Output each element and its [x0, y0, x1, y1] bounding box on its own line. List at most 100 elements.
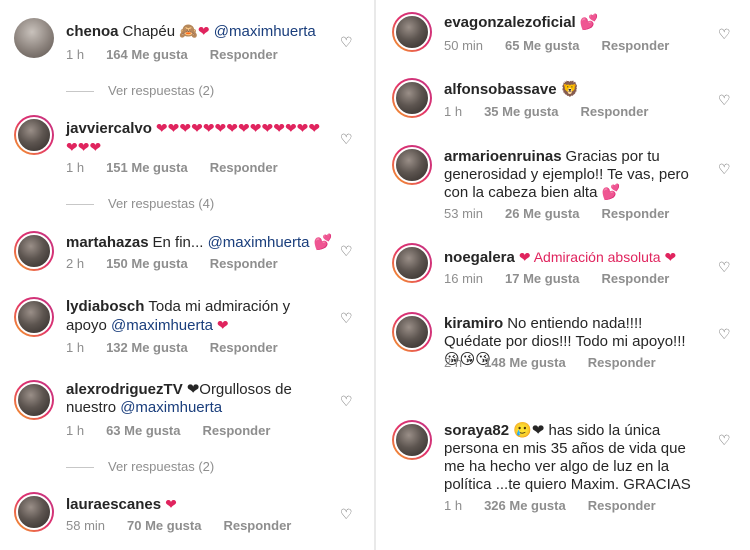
mention-link[interactable]: @maximhuerta [210, 23, 316, 40]
timestamp: 1 h [66, 423, 85, 438]
comment-meta: 1 h 132 Me gusta Responder [66, 340, 300, 355]
timestamp: 58 min [66, 518, 106, 533]
comment-text: alfonsobassave 🦁 [444, 81, 580, 98]
username[interactable]: alfonsobassave [444, 81, 557, 98]
avatar[interactable] [392, 312, 432, 352]
comment-text: soraya82 🥲❤ has sido la única persona en … [444, 422, 691, 493]
view-replies-link[interactable]: Ver respuestas (2) [66, 459, 214, 474]
mention-link[interactable]: @maximhuerta [208, 234, 310, 251]
comment-meta: 1 h 63 Me gusta Responder [66, 423, 292, 438]
comment-meta: 53 min 26 Me gusta Responder [444, 206, 691, 221]
timestamp: 1 h [66, 340, 85, 355]
heart-icon[interactable]: ♡ [718, 260, 732, 274]
likes-count[interactable]: 65 Me gusta [505, 38, 579, 53]
heart-icon[interactable]: ♡ [718, 327, 732, 341]
likes-count[interactable]: 150 Me gusta [106, 256, 188, 271]
avatar[interactable] [392, 78, 432, 118]
comment-text: evagonzalezoficial 💕 [444, 14, 599, 31]
timestamp: 16 min [444, 271, 484, 286]
username[interactable]: noegalera [444, 249, 515, 266]
heart-icon[interactable]: ♡ [340, 244, 354, 258]
avatar[interactable] [14, 231, 54, 271]
reply-button[interactable]: Responder [210, 256, 278, 271]
avatar[interactable] [14, 492, 54, 532]
reply-button[interactable]: Responder [588, 355, 656, 370]
heart-icon[interactable]: ♡ [340, 394, 354, 408]
username[interactable]: lauraescanes [66, 496, 161, 513]
reply-button[interactable]: Responder [581, 104, 649, 119]
comment-meta: 50 min 65 Me gusta Responder [444, 38, 691, 53]
username[interactable]: kiramiro [444, 315, 503, 332]
reply-button[interactable]: Responder [601, 271, 669, 286]
reply-button[interactable]: Responder [210, 47, 278, 62]
likes-count[interactable]: 164 Me gusta [106, 47, 188, 62]
avatar[interactable] [392, 243, 432, 283]
timestamp: 53 min [444, 206, 484, 221]
column-divider [374, 0, 376, 550]
heart-icon[interactable]: ♡ [718, 433, 732, 447]
comment-text: alexrodriguezTV ❤Orgullosos de nuestro @m… [66, 381, 292, 416]
username[interactable]: alexrodriguezTV [66, 381, 183, 398]
comment-meta: 2 h 150 Me gusta Responder [66, 256, 300, 271]
heart-icon[interactable]: ♡ [718, 93, 732, 107]
timestamp: 2 h [66, 256, 85, 271]
likes-count[interactable]: 63 Me gusta [106, 423, 180, 438]
heart-icon[interactable]: ♡ [340, 132, 354, 146]
timestamp: 1 h [444, 498, 463, 513]
timestamp: 1 h [66, 160, 85, 175]
comment-meta: 1 h 164 Me gusta Responder [66, 47, 300, 62]
reply-button[interactable]: Responder [588, 498, 656, 513]
timestamp: 1 h [66, 47, 85, 62]
likes-count[interactable]: 132 Me gusta [106, 340, 188, 355]
username[interactable]: evagonzalezoficial [444, 14, 576, 31]
comment-meta: 1 h 326 Me gusta Responder [444, 498, 678, 513]
view-replies-link[interactable]: Ver respuestas (4) [66, 196, 214, 211]
comment-text: chenoa Chapéu 🙈❤ @maximhuerta [66, 23, 316, 40]
likes-count[interactable]: 26 Me gusta [505, 206, 579, 221]
username[interactable]: soraya82 [444, 422, 509, 439]
heart-icon[interactable]: ♡ [718, 27, 732, 41]
view-replies-link[interactable]: Ver respuestas (2) [66, 83, 214, 98]
heart-icon[interactable]: ♡ [340, 35, 354, 49]
comment-text: javviercalvo ❤❤❤❤❤❤❤❤❤❤❤❤❤❤❤❤❤ [66, 120, 321, 155]
avatar[interactable] [392, 145, 432, 185]
comment-meta: 58 min 70 Me gusta Responder [66, 518, 313, 533]
timestamp: 50 min [444, 38, 484, 53]
avatar[interactable] [14, 380, 54, 420]
username[interactable]: martahazas [66, 234, 149, 251]
reply-button[interactable]: Responder [601, 206, 669, 221]
username[interactable]: lydiabosch [66, 298, 144, 315]
avatar[interactable] [14, 18, 54, 58]
comment-meta: 1 h 151 Me gusta Responder [66, 160, 300, 175]
avatar[interactable] [14, 115, 54, 155]
mention-link[interactable]: @maximhuerta [120, 399, 222, 416]
reply-button[interactable]: Responder [203, 423, 271, 438]
heart-icon[interactable]: ♡ [340, 507, 354, 521]
username[interactable]: chenoa [66, 23, 119, 40]
reply-button[interactable]: Responder [210, 340, 278, 355]
comment-text: noegalera ❤ Admiración absoluta ❤ [444, 249, 677, 266]
timestamp: 1 h [444, 104, 463, 119]
username[interactable]: armarioenruinas [444, 148, 562, 165]
comment-text: martahazas En fin... @maximhuerta 💕 [66, 234, 333, 251]
heart-icon[interactable]: ♡ [718, 162, 732, 176]
likes-count[interactable]: 35 Me gusta [484, 104, 558, 119]
reply-button[interactable]: Responder [223, 518, 291, 533]
avatar[interactable] [392, 420, 432, 460]
avatar[interactable] [14, 297, 54, 337]
likes-count[interactable]: 148 Me gusta [484, 355, 566, 370]
reply-button[interactable]: Responder [601, 38, 669, 53]
comment-text: lauraescanes ❤ [66, 496, 177, 513]
heart-icon[interactable]: ♡ [340, 311, 354, 325]
comment-text: armarioenruinas Gracias por tu generosida… [444, 148, 689, 201]
mention-link[interactable]: @maximhuerta [111, 317, 213, 334]
avatar[interactable] [392, 12, 432, 52]
likes-count[interactable]: 151 Me gusta [106, 160, 188, 175]
likes-count[interactable]: 17 Me gusta [505, 271, 579, 286]
timestamp: 2 h [444, 355, 463, 370]
comment-meta: 2 h 148 Me gusta Responder [444, 355, 678, 370]
likes-count[interactable]: 70 Me gusta [127, 518, 201, 533]
reply-button[interactable]: Responder [210, 160, 278, 175]
username[interactable]: javviercalvo [66, 120, 152, 137]
likes-count[interactable]: 326 Me gusta [484, 498, 566, 513]
